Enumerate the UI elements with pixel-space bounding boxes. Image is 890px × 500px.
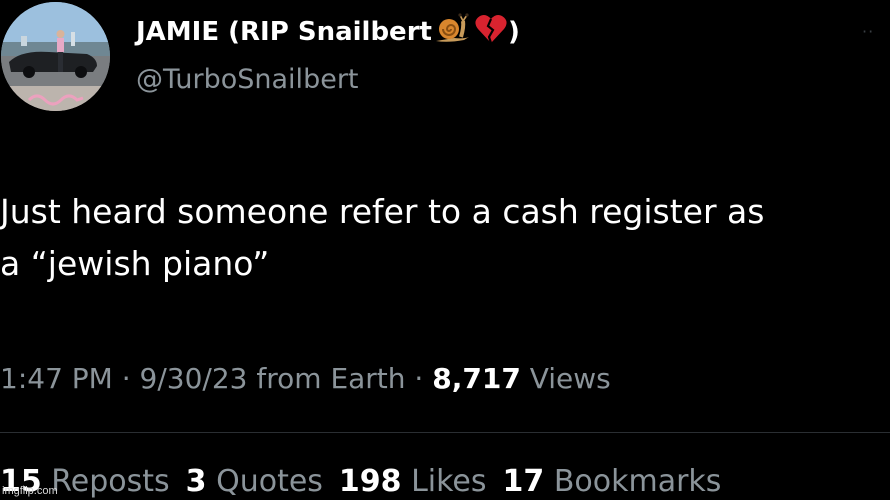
views-count: 8,717 <box>432 362 521 395</box>
bookmarks-count: 17 <box>502 464 545 499</box>
likes-stat[interactable]: 198 Likes <box>339 464 487 499</box>
snail-emoji-icon <box>434 12 472 52</box>
tweet-meta: 1:47 PM · 9/30/23 from Earth · 8,717 Vie… <box>0 362 611 395</box>
likes-count: 198 <box>338 464 402 499</box>
reposts-label: Reposts <box>41 464 170 499</box>
avatar-caption-logo <box>27 90 85 106</box>
views-label: Views <box>520 362 611 395</box>
divider <box>0 432 890 433</box>
author-name-row[interactable]: JAMIE (RIP Snailbert ) <box>136 10 520 54</box>
broken-heart-emoji-icon <box>474 13 508 52</box>
bookmarks-stat[interactable]: 17 Bookmarks <box>503 464 722 499</box>
meta-separator: · <box>112 362 140 395</box>
tweet-date[interactable]: 9/30/23 <box>140 362 248 395</box>
tweet-text-line: Just heard someone refer to a cash regis… <box>0 192 765 231</box>
meta-separator: · <box>405 362 433 395</box>
author-handle[interactable]: @TurboSnailbert <box>136 64 359 95</box>
display-name-suffix: ) <box>507 17 520 47</box>
tweet-text-line: a “jewish piano” <box>0 244 270 283</box>
display-name[interactable]: JAMIE (RIP Snailbert <box>136 17 432 47</box>
quotes-label: Quotes <box>206 464 323 499</box>
bookmarks-label: Bookmarks <box>544 464 722 499</box>
likes-label: Likes <box>401 464 487 499</box>
tweet-source: from Earth <box>247 362 406 395</box>
quotes-count: 3 <box>185 464 207 499</box>
imgflip-watermark: imgflip.com <box>2 485 58 497</box>
engagement-stats: 15 Reposts 3 Quotes 198 Likes 17 Bookmarks <box>0 464 721 499</box>
tweet-text: Just heard someone refer to a cash regis… <box>0 186 890 290</box>
more-options-icon[interactable]: ·· <box>862 22 874 41</box>
tweet-time[interactable]: 1:47 PM <box>0 362 113 395</box>
avatar[interactable] <box>1 2 110 111</box>
quotes-stat[interactable]: 3 Quotes <box>186 464 323 499</box>
